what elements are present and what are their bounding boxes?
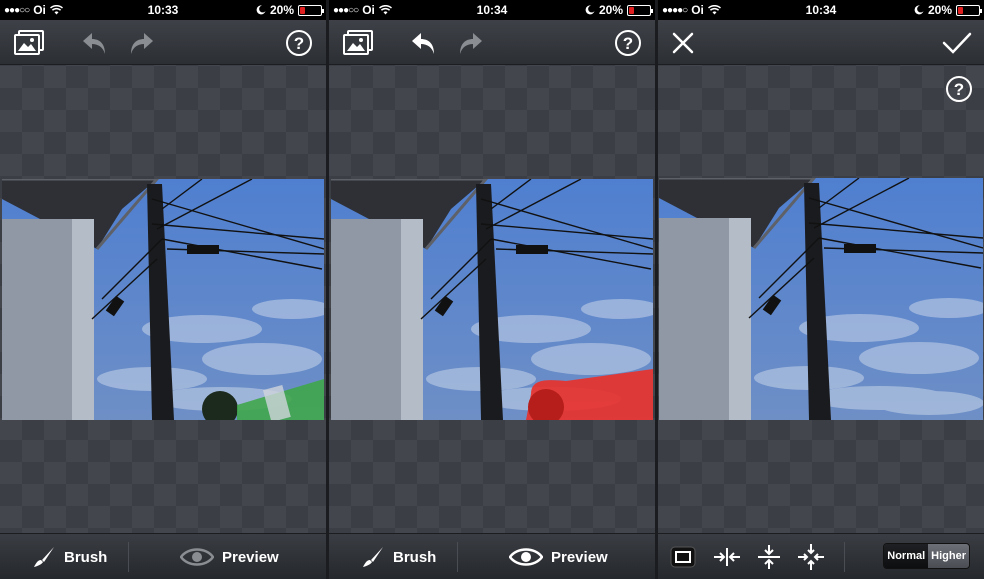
compress-all-icon xyxy=(798,544,824,570)
redo-arrow-icon xyxy=(131,33,153,54)
top-toolbar: ? xyxy=(329,20,655,65)
battery-percent: 20% xyxy=(269,3,294,17)
redo-button[interactable] xyxy=(126,28,156,58)
photo-gallery-icon xyxy=(343,30,373,55)
battery-icon xyxy=(298,4,324,16)
quality-toggle: Normal Higher xyxy=(883,543,970,569)
redo-button[interactable] xyxy=(455,28,485,58)
cancel-button[interactable] xyxy=(668,28,698,58)
quality-normal-option[interactable]: Normal xyxy=(884,544,929,568)
battery-percent: 20% xyxy=(927,3,952,17)
svg-text:?: ? xyxy=(954,80,964,99)
status-bar: ●●●○○ Oi 10:33 20% xyxy=(0,0,326,20)
battery-percent: 20% xyxy=(598,3,623,17)
question-circle-icon: ? xyxy=(946,76,972,102)
bottom-toolbar: Brush Preview xyxy=(329,533,655,579)
brush-icon xyxy=(363,547,383,567)
help-button[interactable]: ? xyxy=(613,28,643,58)
brush-button[interactable]: Brush xyxy=(32,534,107,579)
undo-button[interactable] xyxy=(80,28,110,58)
undo-arrow-icon xyxy=(412,33,434,54)
editor-screen-2: ●●●○○ Oi 10:34 20% ? Brush Preview xyxy=(329,0,655,579)
eye-icon xyxy=(180,548,214,566)
preview-button[interactable]: Preview xyxy=(180,534,279,579)
status-bar: ●●●●○ Oi 10:34 20% xyxy=(658,0,984,20)
confirm-button[interactable] xyxy=(942,28,972,58)
bottom-toolbar: Brush Preview xyxy=(0,533,326,579)
toolbar-divider xyxy=(457,542,458,572)
moon-icon xyxy=(914,5,924,15)
svg-text:?: ? xyxy=(623,34,633,53)
toolbar-divider xyxy=(844,542,845,572)
checkmark-icon xyxy=(942,32,972,54)
brush-label: Brush xyxy=(64,548,108,566)
compress-horizontal-icon xyxy=(714,548,740,566)
preview-button[interactable]: Preview xyxy=(509,534,608,579)
brush-label: Brush xyxy=(393,548,437,566)
top-toolbar xyxy=(658,20,984,65)
moon-icon xyxy=(585,5,595,15)
question-circle-icon: ? xyxy=(615,30,641,56)
undo-arrow-icon xyxy=(83,33,105,54)
gallery-button[interactable] xyxy=(14,28,44,58)
editor-screen-1: ●●●○○ Oi 10:33 20% ? Brush Preview xyxy=(0,0,326,579)
redo-arrow-icon xyxy=(460,33,482,54)
preview-label: Preview xyxy=(551,548,608,566)
photo-gallery-icon xyxy=(14,30,44,55)
quality-higher-option[interactable]: Higher xyxy=(928,544,969,568)
help-button[interactable]: ? xyxy=(284,28,314,58)
help-button[interactable]: ? xyxy=(944,74,974,104)
battery-icon xyxy=(627,4,653,16)
moon-icon xyxy=(256,5,266,15)
photo-result xyxy=(659,178,983,420)
status-bar: ●●●○○ Oi 10:34 20% xyxy=(329,0,655,20)
gallery-button[interactable] xyxy=(343,28,373,58)
toolbar-divider xyxy=(128,542,129,572)
bottom-toolbar: Normal Higher xyxy=(658,533,984,579)
top-toolbar: ? xyxy=(0,20,326,65)
undo-button[interactable] xyxy=(409,28,439,58)
brush-icon xyxy=(34,547,54,567)
battery-icon xyxy=(956,4,982,16)
photo-canvas[interactable] xyxy=(331,179,653,420)
preview-screen: ●●●●○ Oi 10:34 20% ? Normal Higher xyxy=(658,0,984,579)
frame-icon xyxy=(670,546,696,568)
compress-horizontal-button[interactable] xyxy=(712,542,742,572)
svg-text:?: ? xyxy=(294,34,304,53)
eye-icon xyxy=(509,548,543,566)
compress-vertical-button[interactable] xyxy=(754,542,784,572)
compress-all-button[interactable] xyxy=(796,542,826,572)
question-circle-icon: ? xyxy=(286,30,312,56)
brush-button[interactable]: Brush xyxy=(361,534,436,579)
close-icon xyxy=(672,32,694,54)
frame-tool-button[interactable] xyxy=(668,542,698,572)
photo-canvas[interactable] xyxy=(2,179,324,420)
compress-vertical-icon xyxy=(758,545,780,569)
preview-label: Preview xyxy=(222,548,279,566)
